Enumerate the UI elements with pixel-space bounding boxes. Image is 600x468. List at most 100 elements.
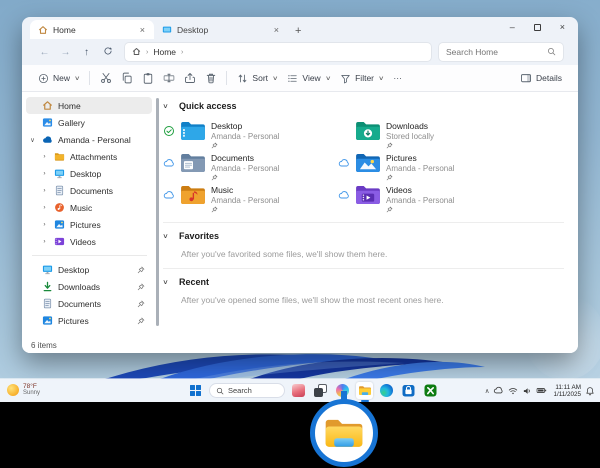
volume-icon[interactable] bbox=[522, 386, 532, 396]
chevron-down-icon[interactable]: ∨ bbox=[160, 232, 172, 240]
sidebar-item-onedrive[interactable]: ∨ Amanda - Personal bbox=[26, 131, 152, 148]
chevron-right-icon[interactable]: › bbox=[40, 221, 49, 228]
tab-label: Desktop bbox=[177, 25, 208, 35]
recent-header[interactable]: ∨ Recent bbox=[161, 275, 566, 289]
navigation-bar: ← → ↑ › Home › bbox=[22, 39, 578, 65]
favorites-header[interactable]: ∨ Favorites bbox=[161, 229, 566, 243]
search-box[interactable] bbox=[439, 43, 563, 61]
back-button[interactable]: ← bbox=[34, 47, 55, 58]
sidebar-item-music[interactable]: › Music bbox=[26, 199, 152, 216]
home-icon bbox=[132, 47, 141, 58]
delete-button[interactable] bbox=[200, 68, 221, 88]
chevron-down-icon[interactable]: ∨ bbox=[28, 136, 37, 144]
chevron-right-icon[interactable]: › bbox=[40, 187, 49, 194]
cut-button[interactable] bbox=[95, 68, 116, 88]
taskbar-clock[interactable]: 11:11 AM 1/11/2025 bbox=[553, 384, 581, 398]
tile-pictures[interactable]: Pictures Amanda - Personal bbox=[338, 152, 513, 181]
sort-button[interactable]: Sort ∨ bbox=[232, 68, 282, 88]
breadcrumb[interactable]: Home bbox=[153, 47, 176, 57]
desktop-tab-icon bbox=[161, 24, 172, 35]
sidebar-item-desktop-pinned[interactable]: Desktop bbox=[26, 261, 152, 278]
notifications-bell-icon[interactable] bbox=[585, 386, 595, 396]
document-icon bbox=[42, 298, 53, 309]
tile-music[interactable]: Music Amanda - Personal bbox=[163, 184, 338, 213]
tab-close-icon[interactable]: × bbox=[272, 25, 281, 35]
sidebar-item-pictures-pinned[interactable]: Pictures bbox=[26, 312, 152, 329]
desktop-folder-icon bbox=[180, 121, 206, 149]
filter-button[interactable]: Filter ∨ bbox=[335, 68, 388, 88]
share-button[interactable] bbox=[179, 68, 200, 88]
sidebar-scrollbar[interactable] bbox=[156, 98, 159, 326]
tab-home[interactable]: Home × bbox=[30, 20, 154, 39]
view-button[interactable]: View ∨ bbox=[282, 68, 335, 88]
sidebar-item-documents-pinned[interactable]: Documents bbox=[26, 295, 152, 312]
new-button[interactable]: New ∨ bbox=[33, 68, 84, 88]
toolbar-divider bbox=[226, 71, 227, 85]
pin-icon bbox=[386, 174, 454, 181]
start-button[interactable] bbox=[187, 382, 204, 399]
copy-button[interactable] bbox=[116, 68, 137, 88]
pin-icon bbox=[211, 142, 279, 149]
sidebar-item-downloads-pinned[interactable]: Downloads bbox=[26, 278, 152, 295]
system-tray: ∧ 11:11 AM 1/11/2025 bbox=[485, 379, 595, 402]
chevron-down-icon[interactable]: ∨ bbox=[160, 102, 172, 110]
status-bar: 6 items bbox=[22, 338, 578, 353]
tile-documents[interactable]: Documents Amanda - Personal bbox=[163, 152, 338, 181]
onedrive-tray-icon[interactable] bbox=[493, 385, 504, 396]
tray-chevron-up-icon[interactable]: ∧ bbox=[485, 387, 490, 395]
pin-icon bbox=[137, 300, 145, 308]
tile-subtitle: Amanda - Personal bbox=[211, 132, 279, 142]
desktop-icon bbox=[42, 264, 53, 275]
tab-desktop[interactable]: Desktop × bbox=[154, 20, 288, 39]
address-bar[interactable]: › Home › bbox=[125, 43, 431, 61]
new-tab-button[interactable]: + bbox=[295, 25, 301, 39]
close-button[interactable]: × bbox=[560, 22, 565, 32]
chevron-down-icon: ∨ bbox=[272, 75, 278, 82]
taskbar-search[interactable]: Search bbox=[209, 383, 285, 398]
more-options-button[interactable]: ··· bbox=[388, 68, 407, 88]
sidebar-item-desktop[interactable]: › Desktop bbox=[26, 165, 152, 182]
sidebar-item-videos[interactable]: › Videos bbox=[26, 233, 152, 250]
pinned-app-icon[interactable] bbox=[290, 382, 307, 399]
rename-button[interactable] bbox=[158, 68, 179, 88]
section-divider bbox=[163, 222, 564, 223]
sidebar-item-home[interactable]: Home bbox=[26, 97, 152, 114]
tab-close-icon[interactable]: × bbox=[138, 25, 147, 35]
recent-empty-message: After you've opened some files, we'll sh… bbox=[181, 295, 566, 305]
paste-button[interactable] bbox=[137, 68, 158, 88]
sidebar-item-attachments[interactable]: › Attachments bbox=[26, 148, 152, 165]
details-pane-button[interactable]: Details bbox=[515, 68, 567, 88]
battery-icon[interactable] bbox=[536, 385, 547, 396]
sidebar-item-gallery[interactable]: Gallery bbox=[26, 114, 152, 131]
tile-name: Downloads bbox=[386, 122, 434, 132]
chevron-right-icon[interactable]: › bbox=[40, 238, 49, 245]
maximize-button[interactable] bbox=[534, 24, 541, 31]
quick-access-header[interactable]: ∨ Quick access bbox=[161, 99, 566, 113]
wifi-icon[interactable] bbox=[508, 386, 518, 396]
up-button[interactable]: ↑ bbox=[76, 47, 97, 58]
sidebar-item-pictures[interactable]: › Pictures bbox=[26, 216, 152, 233]
tile-videos[interactable]: Videos Amanda - Personal bbox=[338, 184, 513, 213]
file-explorer-window: Home × Desktop × + – × ← → ↑ bbox=[22, 17, 578, 353]
pictures-icon bbox=[42, 315, 53, 326]
chevron-right-icon[interactable]: › bbox=[40, 204, 49, 211]
task-view-button[interactable] bbox=[312, 382, 329, 399]
chevron-down-icon[interactable]: ∨ bbox=[160, 278, 172, 286]
weather-condition: Sunny bbox=[23, 390, 40, 397]
tile-downloads[interactable]: Downloads Stored locally bbox=[338, 120, 513, 149]
search-input[interactable] bbox=[446, 47, 547, 57]
edge-button[interactable] bbox=[378, 382, 395, 399]
refresh-button[interactable] bbox=[97, 46, 118, 59]
chevron-right-icon[interactable]: › bbox=[40, 170, 49, 177]
breadcrumb-separator[interactable]: › bbox=[181, 49, 183, 56]
file-explorer-button[interactable] bbox=[356, 382, 373, 399]
sidebar-item-documents[interactable]: › Documents bbox=[26, 182, 152, 199]
xbox-button[interactable] bbox=[422, 382, 439, 399]
minimize-button[interactable]: – bbox=[510, 22, 515, 32]
store-button[interactable] bbox=[400, 382, 417, 399]
taskbar: 78°F Sunny Search bbox=[0, 379, 600, 402]
forward-button[interactable]: → bbox=[55, 47, 76, 58]
weather-widget[interactable]: 78°F Sunny bbox=[7, 383, 40, 397]
chevron-right-icon[interactable]: › bbox=[40, 153, 49, 160]
tile-desktop[interactable]: Desktop Amanda - Personal bbox=[163, 120, 338, 149]
